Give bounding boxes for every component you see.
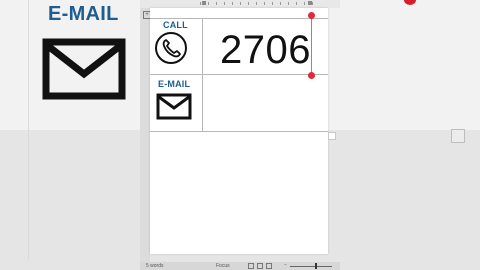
text-cursor-guide xyxy=(311,18,312,76)
zoom-slider-thumb[interactable] xyxy=(315,263,317,269)
background-email-label: E-MAIL xyxy=(48,3,119,25)
table-resize-handle[interactable] xyxy=(328,132,336,140)
document-page[interactable]: CALL 2706 E-MAIL xyxy=(150,8,336,254)
selection-handle-top[interactable] xyxy=(308,12,315,19)
zoom-slider[interactable] xyxy=(290,266,332,267)
web-layout-button[interactable] xyxy=(266,263,272,269)
vertical-ruler xyxy=(140,8,150,262)
ruler-tab-marker[interactable] xyxy=(308,1,312,5)
ruler-ticks xyxy=(200,2,320,5)
envelope-icon xyxy=(156,93,192,120)
table-border-bottom xyxy=(150,131,328,132)
view-buttons xyxy=(248,263,272,269)
selection-handle-bottom[interactable] xyxy=(308,72,315,79)
phone-icon xyxy=(155,32,187,64)
print-layout-button[interactable] xyxy=(257,263,263,269)
email-label: E-MAIL xyxy=(158,79,191,89)
status-bar: 5 words Focus − xyxy=(140,262,340,270)
table-row-divider xyxy=(150,74,328,75)
background-divider xyxy=(28,0,29,260)
background-resize-box[interactable] xyxy=(451,129,465,143)
word-count[interactable]: 5 words xyxy=(146,263,164,269)
phone-number-text[interactable]: 2706 xyxy=(220,28,311,73)
table-border-top xyxy=(150,18,328,19)
zoom-out-button[interactable]: − xyxy=(284,262,287,268)
horizontal-ruler[interactable] xyxy=(140,0,340,8)
focus-button[interactable]: Focus xyxy=(216,263,230,269)
table-column-divider xyxy=(202,18,203,132)
ruler-indent-marker[interactable] xyxy=(202,1,206,5)
read-mode-button[interactable] xyxy=(248,263,254,269)
call-label: CALL xyxy=(163,20,188,30)
background-envelope-icon xyxy=(42,38,126,100)
